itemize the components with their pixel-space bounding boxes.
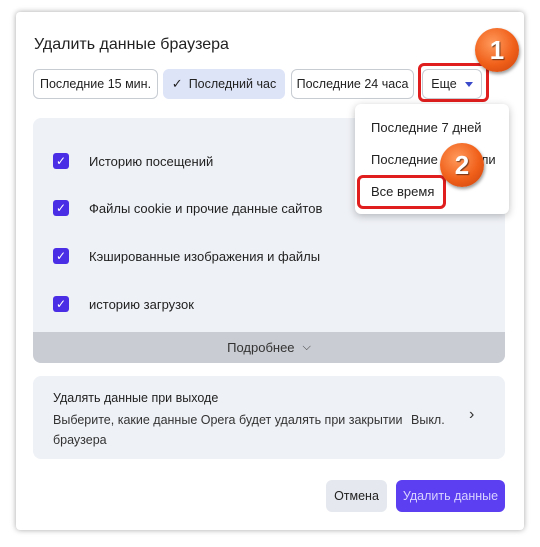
range-chip-last-hour[interactable]: ✓ Последний час bbox=[163, 69, 285, 99]
step-badge-1: 1 bbox=[475, 28, 519, 72]
checkbox-checked[interactable]: ✓ bbox=[53, 200, 69, 216]
clear-on-exit-description: Выберите, какие данные Opera будет удаля… bbox=[53, 413, 403, 447]
data-item-cookies[interactable]: ✓ Файлы cookie и прочие данные сайтов bbox=[53, 200, 322, 216]
range-chip-label: Последний час bbox=[188, 77, 277, 91]
data-item-label: историю загрузок bbox=[89, 296, 194, 312]
dropdown-item-7-days[interactable]: Последние 7 дней bbox=[371, 120, 482, 135]
details-expander[interactable]: Подробнее ⌵ bbox=[33, 332, 505, 363]
chevron-down-icon: ⌵ bbox=[302, 341, 311, 353]
data-item-cache[interactable]: ✓ Кэшированные изображения и файлы bbox=[53, 248, 320, 264]
clear-on-exit-status: Выкл. bbox=[411, 413, 445, 427]
clear-browsing-data-dialog: Удалить данные браузера Последние 15 мин… bbox=[16, 12, 524, 530]
chevron-right-icon: › bbox=[469, 406, 475, 423]
dialog-title: Удалить данные браузера bbox=[34, 36, 229, 53]
checkbox-checked[interactable]: ✓ bbox=[53, 153, 69, 169]
check-icon: ✓ bbox=[171, 76, 183, 91]
delete-data-button[interactable]: Удалить данные bbox=[396, 480, 505, 512]
range-chip-15min[interactable]: Последние 15 мин. bbox=[33, 69, 158, 99]
range-chip-label: Последние 15 мин. bbox=[39, 77, 152, 91]
checkbox-checked[interactable]: ✓ bbox=[53, 296, 69, 312]
highlight-box-all-time bbox=[357, 175, 446, 209]
cancel-button[interactable]: Отмена bbox=[326, 480, 387, 512]
data-item-history[interactable]: ✓ Историю посещений bbox=[53, 153, 213, 169]
clear-on-exit-title: Удалять данные при выходе bbox=[53, 391, 219, 405]
range-chip-label: Последние 24 часа bbox=[296, 77, 409, 91]
checkbox-checked[interactable]: ✓ bbox=[53, 248, 69, 264]
highlight-box-more bbox=[418, 63, 489, 102]
clear-on-exit-row[interactable]: Удалять данные при выходе Выберите, каки… bbox=[33, 376, 505, 459]
data-item-label: Файлы cookie и прочие данные сайтов bbox=[89, 200, 323, 216]
data-item-label: Историю посещений bbox=[89, 153, 214, 169]
step-badge-2: 2 bbox=[440, 143, 484, 187]
data-item-label: Кэшированные изображения и файлы bbox=[89, 248, 321, 264]
range-chip-24h[interactable]: Последние 24 часа bbox=[291, 69, 414, 99]
data-item-downloads[interactable]: ✓ историю загрузок bbox=[53, 296, 194, 312]
details-label: Подробнее bbox=[227, 340, 295, 355]
